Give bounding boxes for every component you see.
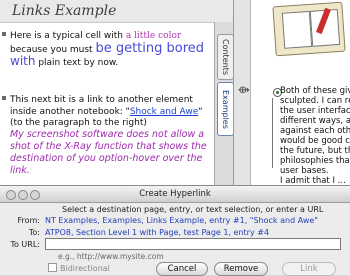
notebook-page: Here is a typical cell with a little col… (0, 22, 214, 185)
cell-marker (2, 96, 6, 100)
url-input[interactable] (45, 238, 341, 250)
cell-marker (2, 32, 6, 36)
cell-text: plain text by now. (35, 58, 119, 68)
create-hyperlink-dialog: Create Hyperlink Select a destination pa… (0, 185, 350, 276)
illustration-page-left (281, 10, 313, 49)
colored-text: a little color (125, 31, 182, 41)
url-hint: e.g., http://www.mysite.com (58, 252, 164, 261)
link-arrow-icon: ⟴ (238, 85, 250, 96)
large-text-with: with (10, 54, 36, 68)
entry-line: sculpted. I can re (280, 96, 350, 106)
tab-contents[interactable]: Contents (217, 34, 233, 80)
bidirectional-label: Bidirectional (60, 264, 110, 273)
tab-examples[interactable]: Examples (217, 82, 233, 136)
entry-line: against each othe (280, 126, 350, 136)
large-text: be getting bored (95, 40, 205, 56)
url-label: To URL: (10, 240, 40, 249)
dialog-title: Create Hyperlink (139, 189, 211, 199)
dialog-instruction: Select a destination page, entry, or tex… (62, 205, 324, 214)
cell-with-link[interactable]: This next bit is a link to another eleme… (2, 95, 206, 130)
from-label: From: (17, 216, 40, 225)
checkbox-box[interactable] (48, 263, 57, 272)
bidirectional-checkbox[interactable]: Bidirectional (48, 263, 110, 273)
entry-line: Both of these give (280, 86, 350, 96)
to-value: ATPO8, Section Level 1 with Page, test P… (45, 228, 270, 237)
shock-and-awe-link[interactable]: Shock and Awe (130, 107, 198, 117)
dialog-titlebar: Create Hyperlink (0, 186, 350, 203)
right-entry-text[interactable]: Both of these give sculpted. I can re th… (280, 86, 350, 186)
notebook-title: Links Example (12, 3, 117, 19)
notebook-window: Links Example Here is a typical cell wit… (0, 0, 234, 185)
entry-line: would be good ca (280, 136, 350, 146)
entry-line: philosophies that (280, 156, 350, 166)
cell-colored-text[interactable]: Here is a typical cell with a little col… (2, 31, 206, 70)
cell-text: because you must (10, 44, 96, 55)
to-label: To: (28, 228, 40, 237)
entry-line: different ways, an (280, 116, 350, 126)
entry-line: the user interface (280, 106, 350, 116)
entry-line: the future, but the (280, 146, 350, 156)
cell-text: Here is a typical cell with (10, 31, 126, 41)
entry-line: user bases. (280, 166, 329, 176)
entry-bracket (272, 98, 276, 168)
notebook-illustration-image (272, 1, 346, 57)
cell-screenshot-note[interactable]: My screenshot software does not allow a … (10, 129, 208, 177)
notebook-tabs: Contents Examples (214, 22, 233, 185)
from-value: NT Examples, Examples, Links Example, en… (45, 216, 318, 225)
